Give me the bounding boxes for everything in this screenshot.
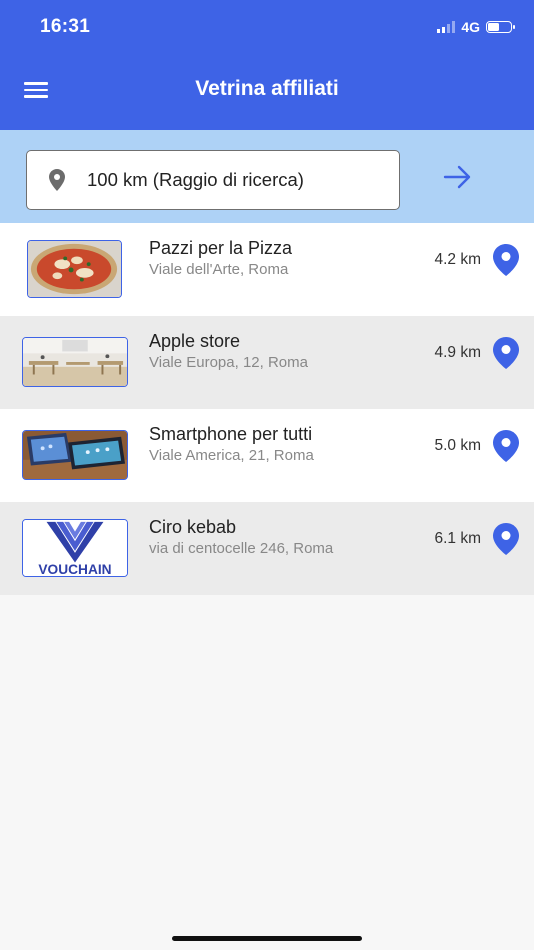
store-name: Ciro kebab (149, 517, 237, 537)
smartphones-photo (22, 430, 128, 480)
store-name: Apple store (149, 331, 241, 351)
store-address: Viale America, 21, Roma (149, 447, 314, 464)
store-row[interactable]: Smartphone per tutti Viale America, 21, … (0, 409, 534, 502)
pizza-photo (27, 240, 122, 298)
store-address: Viale Europa, 12, Roma (149, 354, 308, 371)
map-pin-icon[interactable] (491, 243, 521, 277)
status-time: 16:31 (40, 16, 91, 37)
map-pin-icon[interactable] (491, 429, 521, 463)
store-address: Viale dell'Arte, Roma (149, 261, 289, 278)
store-distance: 6.1 km (434, 530, 481, 547)
store-row[interactable]: VOUCHAIN Ciro kebab via di centocelle 24… (0, 502, 534, 595)
page-title: Vetrina affiliati (195, 77, 339, 100)
store-distance: 4.9 km (434, 344, 481, 361)
vouchain-logo: VOUCHAIN (22, 519, 128, 577)
status-indicators: 4G (437, 17, 515, 37)
arrow-right-icon[interactable] (442, 163, 474, 191)
network-type: 4G (461, 19, 480, 35)
apple-store-photo (22, 337, 128, 387)
location-pin-icon (49, 169, 65, 191)
search-bar: 100 km (Raggio di ricerca) (0, 130, 534, 223)
search-radius-input[interactable]: 100 km (Raggio di ricerca) (26, 150, 400, 210)
app-header: 16:31 4G Vetrina affiliati (0, 0, 534, 130)
store-name: Smartphone per tutti (149, 424, 313, 444)
store-name: Pazzi per la Pizza (149, 238, 293, 258)
store-address: via di centocelle 246, Roma (149, 540, 334, 557)
store-row[interactable]: Pazzi per la Pizza Viale dell'Arte, Roma… (0, 223, 534, 316)
store-list: Pazzi per la Pizza Viale dell'Arte, Roma… (0, 223, 534, 595)
svg-text:VOUCHAIN: VOUCHAIN (38, 562, 111, 576)
map-pin-icon[interactable] (491, 336, 521, 370)
store-distance: 5.0 km (434, 437, 481, 454)
battery-icon (486, 21, 515, 33)
store-distance: 4.2 km (434, 251, 481, 268)
search-radius-value: 100 km (Raggio di ricerca) (87, 169, 304, 190)
store-row[interactable]: Apple store Viale Europa, 12, Roma 4.9 k… (0, 316, 534, 409)
map-pin-icon[interactable] (491, 522, 521, 556)
home-indicator[interactable] (172, 936, 362, 941)
signal-icon (437, 21, 456, 33)
